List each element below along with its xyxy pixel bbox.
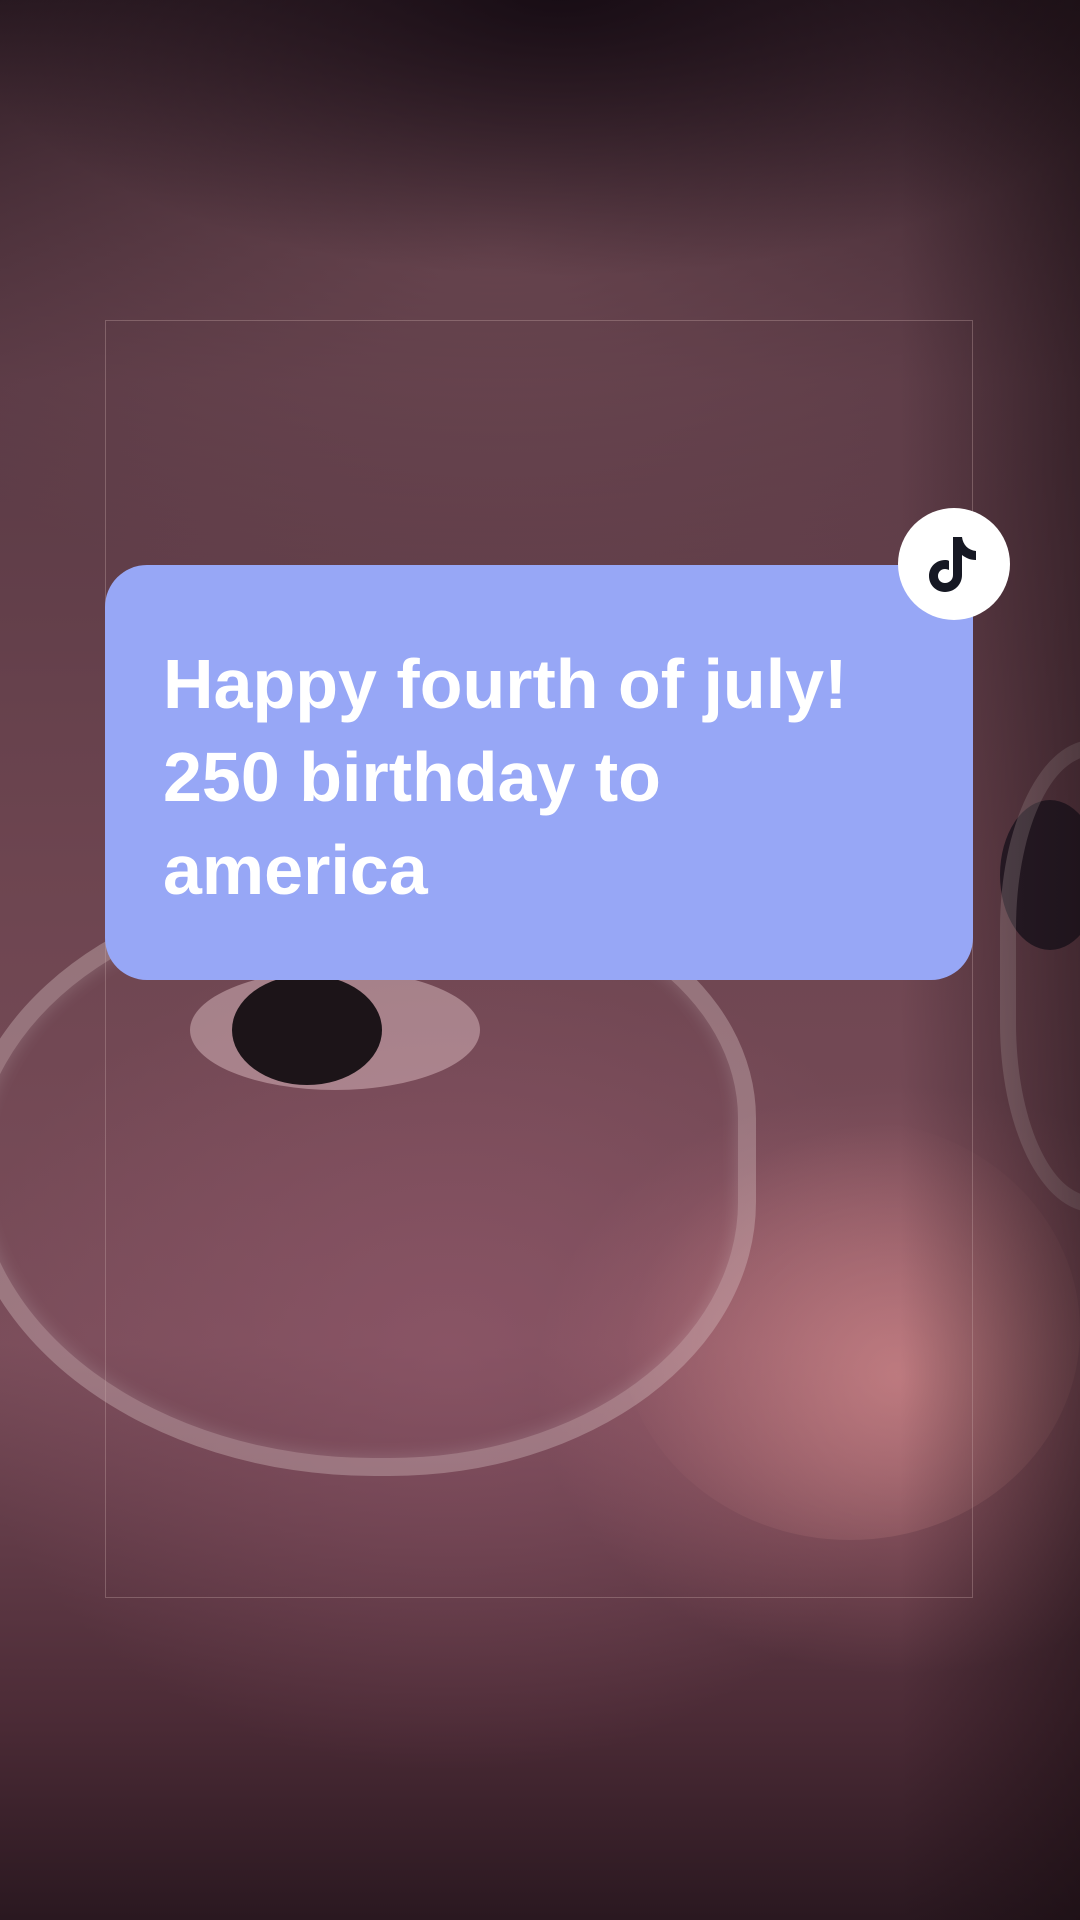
caption-bubble[interactable]: Happy fourth of july! 250 birthday to am… xyxy=(105,565,973,980)
caption-text: Happy fourth of july! 250 birthday to am… xyxy=(163,645,848,909)
tiktok-logo-icon xyxy=(929,537,976,592)
tiktok-badge[interactable] xyxy=(898,508,1010,620)
